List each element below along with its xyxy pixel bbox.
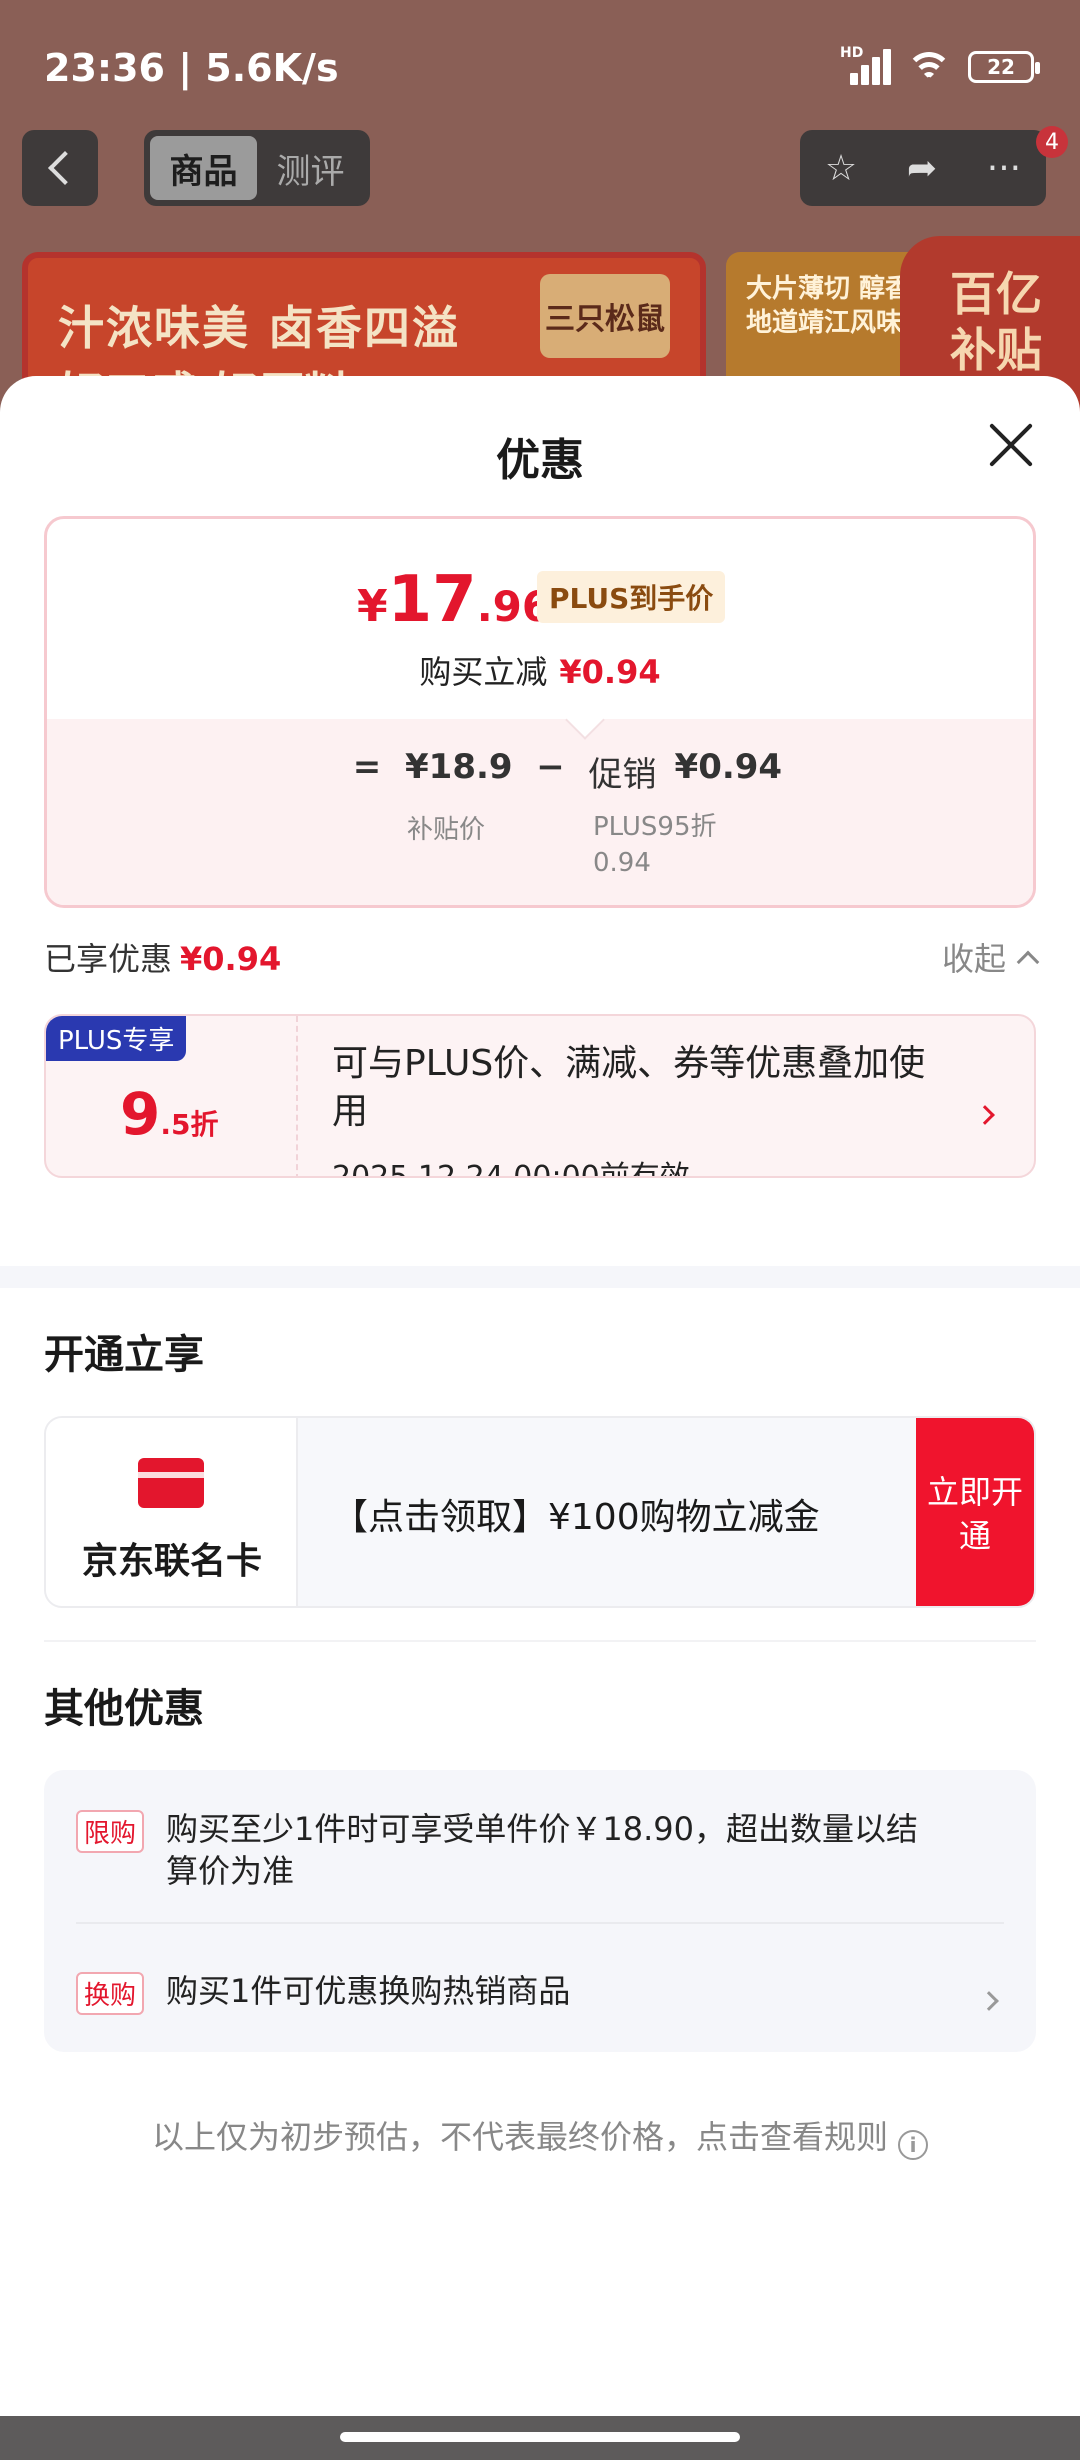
credit-card-icon <box>138 1458 204 1508</box>
plus-discount-panel: PLUS专享 9.5折 <box>46 1016 298 1176</box>
enjoyed-label: 已享优惠 <box>44 940 173 978</box>
plus-exclusive-badge: PLUS专享 <box>46 1016 187 1061</box>
action-pill: ☆ ➦ ··· <box>800 130 1046 206</box>
promo-detail-name: PLUS95折 <box>593 812 717 842</box>
card-name: 京东联名卡 <box>81 1541 262 1582</box>
brand-logo: 三只松鼠 <box>540 274 670 358</box>
final-price: ¥ 17 .96 <box>357 563 551 637</box>
purchase-reduction: 购买立减 ¥0.94 <box>47 647 1033 693</box>
price-breakdown-card: ¥ 17 .96 PLUS到手价 购买立减 ¥0.94 = ¥18.9 − 促销 … <box>44 516 1036 908</box>
back-arrow-icon <box>48 151 82 185</box>
card-brand-panel: 京东联名卡 <box>46 1418 298 1606</box>
list-item-limit: 限购 购买至少1件时可享受单件价￥18.90，超出数量以结算价为准 <box>76 1808 996 1898</box>
status-time: 23:36 | 5.6K/s <box>44 46 339 90</box>
banner3-text: 百亿 补贴 <box>950 267 1042 377</box>
banner2-text: 大片薄切 醇香 地道靖江风味 <box>746 274 912 338</box>
tab-product[interactable]: 商品 <box>150 136 257 200</box>
battery-icon: 22 <box>968 51 1040 83</box>
reduction-value: ¥0.94 <box>559 653 661 691</box>
star-icon[interactable]: ☆ <box>825 148 857 189</box>
status-icons: HD 22 <box>840 45 1040 86</box>
limit-tag: 限购 <box>76 1810 145 1853</box>
chevron-right-icon <box>975 1105 995 1125</box>
other-offers-box: 限购 购买至少1件时可享受单件价￥18.90，超出数量以结算价为准 换购 购买1… <box>44 1770 1036 2052</box>
rules-footnote[interactable]: 以上仅为初步预估，不代表最终价格，点击查看规则 i <box>0 2112 1080 2160</box>
promo-value: ¥0.94 <box>674 747 783 787</box>
tab-review[interactable]: 测评 <box>257 136 364 200</box>
promo-label: 促销 <box>588 755 657 795</box>
chevron-up-icon <box>1016 950 1040 974</box>
limit-text: 购买至少1件时可享受单件价￥18.90，超出数量以结算价为准 <box>166 1810 918 1890</box>
plus-validity: 2025.12.24 00:00前有效 <box>332 1160 690 1178</box>
wifi-icon <box>904 48 954 86</box>
plus-price-tag: PLUS到手价 <box>537 571 726 623</box>
other-section-title: 其他优惠 <box>44 1686 204 1732</box>
share-icon[interactable]: ➦ <box>907 148 937 189</box>
footnote-text: 以上仅为初步预估，不代表最终价格，点击查看规则 <box>151 2118 888 2156</box>
list-separator <box>76 1922 1004 1924</box>
collapse-button[interactable]: 收起 <box>941 934 1040 980</box>
message-badge: 4 <box>1036 126 1068 158</box>
promo-detail-value: 0.94 <box>593 848 651 878</box>
price-currency: ¥ <box>357 581 388 632</box>
home-indicator[interactable] <box>340 2432 740 2442</box>
promo-detail: PLUS95折 0.94 <box>593 809 717 881</box>
status-bar: 23:36 | 5.6K/s HD 22 <box>0 0 1080 140</box>
card-offer-text: 【点击领取】¥100购物立减金 <box>332 1497 820 1538</box>
plus-coupon-card[interactable]: PLUS专享 9.5折 可与PLUS价、满减、券等优惠叠加使用 2025.12.… <box>44 1014 1036 1178</box>
divider <box>44 1640 1036 1642</box>
discount-sheet: 优惠 ¥ 17 .96 PLUS到手价 购买立减 ¥0.94 = ¥18.9 − … <box>0 376 1080 2416</box>
section-divider <box>0 1266 1080 1288</box>
jd-card-offer[interactable]: 京东联名卡 【点击领取】¥100购物立减金 立即开通 <box>44 1416 1036 1608</box>
page-tabs: 商品 测评 <box>144 130 370 206</box>
discount-fraction: .5折 <box>160 1108 219 1141</box>
exchange-text: 购买1件可优惠换购热销商品 <box>166 1972 571 2010</box>
discount-integer: 9 <box>120 1080 161 1148</box>
reduction-label: 购买立减 <box>419 653 548 691</box>
open-section-title: 开通立享 <box>44 1332 204 1378</box>
price-formula: = ¥18.9 − 促销 ¥0.94 <box>347 747 782 796</box>
plus-description: 可与PLUS价、满减、券等优惠叠加使用 <box>332 1043 926 1132</box>
base-price-label: 补贴价 <box>407 815 486 845</box>
close-icon[interactable] <box>986 420 1036 470</box>
info-icon[interactable]: i <box>898 2130 928 2160</box>
minus-sign: − <box>536 747 565 787</box>
hd-label: HD <box>840 45 864 61</box>
signal-icon: HD <box>840 45 891 85</box>
more-icon[interactable]: ··· <box>987 148 1021 189</box>
collapse-label: 收起 <box>941 940 1006 978</box>
exchange-tag: 换购 <box>76 1972 145 2015</box>
enjoyed-discount: 已享优惠 ¥0.94 <box>44 934 281 980</box>
equals-sign: = <box>352 747 382 787</box>
open-now-button[interactable]: 立即开通 <box>916 1418 1034 1606</box>
enjoyed-value: ¥0.94 <box>180 940 282 978</box>
price-integer: 17 <box>387 563 477 637</box>
plus-discount-value: 9.5折 <box>120 1080 218 1148</box>
list-item-exchange[interactable]: 换购 购买1件可优惠换购热销商品 <box>76 1970 996 2018</box>
sheet-title: 优惠 <box>496 435 584 486</box>
back-button[interactable] <box>22 130 98 206</box>
product-topbar: 商品 测评 ☆ ➦ ··· 4 <box>0 126 1080 210</box>
base-price: ¥18.9 <box>405 747 513 787</box>
banner-headline: 汁浓味美 卤香四溢 <box>58 301 461 355</box>
